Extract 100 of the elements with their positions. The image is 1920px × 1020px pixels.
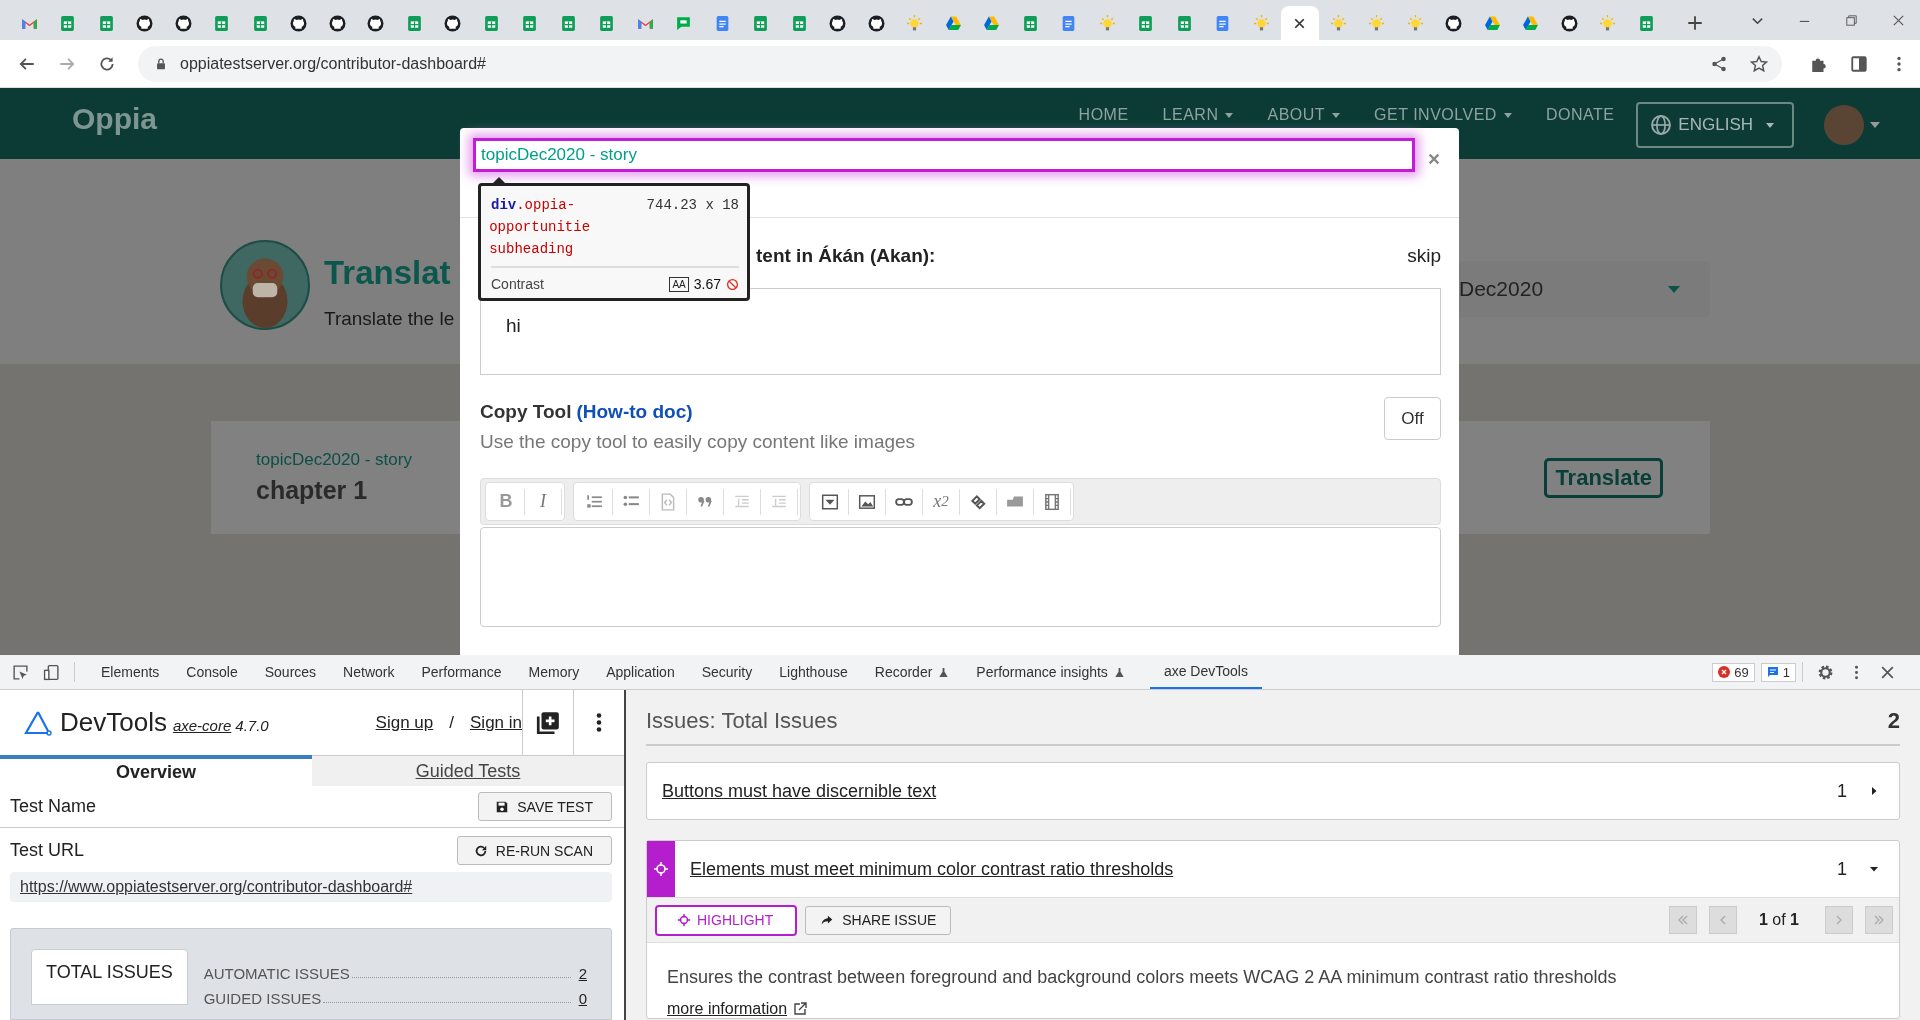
pager-text: 1 of 1 <box>1758 911 1799 929</box>
copy-tool-toggle[interactable]: Off <box>1384 397 1441 440</box>
restore-icon[interactable] <box>1844 12 1859 28</box>
axe-core-link[interactable]: axe-core <box>172 717 232 734</box>
lightbulb-icon <box>1599 14 1617 32</box>
contrast-value: 3.67 <box>693 276 721 292</box>
nav-link[interactable]: LEARN <box>1162 107 1234 123</box>
opportunity-heading: chapter 1 <box>256 476 368 505</box>
save-test-button[interactable]: SAVE TEST <box>478 792 612 821</box>
lightbulb-icon <box>906 14 924 32</box>
address-field[interactable]: oppiatestserver.org/contributor-dashboard# <box>138 45 1782 82</box>
unlink-icon <box>969 492 987 511</box>
devtools-tab[interactable]: Elements <box>89 655 172 689</box>
cat-circle-icon <box>328 14 346 32</box>
spreadsheet-icon <box>251 14 269 32</box>
error-count-badge[interactable]: 69 <box>1712 662 1755 682</box>
cat-circle-icon <box>174 14 192 32</box>
element-class: .oppia- <box>516 196 577 215</box>
copy-tool-hint: Use the copy tool to easily copy content like images <box>480 431 917 453</box>
element-size: 744.23 x 18 <box>646 196 739 215</box>
devtools-tab[interactable]: Security <box>689 655 765 689</box>
separator-text: / <box>449 712 454 733</box>
skip-link[interactable]: skip <box>1407 245 1441 267</box>
flask-icon <box>1113 666 1125 678</box>
dropdown-icon <box>821 492 839 511</box>
spreadsheet-icon <box>752 14 770 32</box>
issue-title-link[interactable]: Elements must meet minimum color contrast ratio thresholds <box>675 858 1837 880</box>
page-heading: Translat <box>324 254 452 292</box>
crosshair-icon <box>677 913 691 927</box>
topic-dropdown[interactable]: Dec2020 <box>1459 261 1710 317</box>
star-icon[interactable] <box>1750 54 1768 73</box>
issue-count-link[interactable]: 2 <box>578 964 587 982</box>
triangle-logo-icon <box>1483 14 1501 32</box>
issue-description: Ensures the contrast between foreground and background colors meets WCAG 2 AA minimum contrast ratio thresholds <box>667 967 1618 988</box>
devtools-tab[interactable]: Sources <box>252 655 329 689</box>
devtools-tab[interactable]: Network <box>331 655 407 689</box>
double-chevron-left-icon <box>1676 914 1689 926</box>
how-to-doc-link[interactable]: (How-to doc) <box>576 401 693 422</box>
image-icon <box>858 492 876 511</box>
share-issue-button[interactable]: SHARE ISSUE <box>805 905 952 935</box>
triangle-logo-icon <box>944 14 962 32</box>
sign-up-link[interactable]: Sign up <box>375 712 434 733</box>
italic-button[interactable]: I <box>525 488 562 515</box>
issue-title-link[interactable]: Buttons must have discernible text <box>647 780 1837 802</box>
rerun-scan-button[interactable]: RE-RUN SCAN <box>456 836 612 866</box>
external-link-icon[interactable] <box>792 1001 809 1017</box>
nav-link[interactable]: DONATE <box>1545 107 1615 123</box>
error-icon <box>1718 666 1731 678</box>
sign-in-link[interactable]: Sign in <box>470 712 522 733</box>
language-button[interactable]: ENGLISH <box>1636 102 1794 148</box>
crosshair-icon <box>653 861 669 877</box>
side-panel-icon[interactable] <box>1850 54 1868 73</box>
message-count-badge[interactable]: 1 <box>1760 662 1796 682</box>
issue-category-label: GUIDED ISSUES <box>203 989 322 1007</box>
nav-link[interactable]: HOME <box>1078 107 1129 123</box>
element-class: opportunitie <box>489 218 591 237</box>
caret-icon[interactable] <box>1870 122 1880 128</box>
copy-tool-label: Copy Tool <box>480 401 572 422</box>
triangle-logo-icon <box>1522 14 1540 32</box>
modal-subheading: topicDec2020 - story <box>481 145 637 165</box>
contrast-label: Contrast <box>491 276 545 292</box>
devtools-tab[interactable]: Performance insights <box>964 655 1137 689</box>
issue-count-link[interactable]: 0 <box>578 989 587 1007</box>
spreadsheet-icon <box>1021 14 1039 32</box>
share-icon[interactable] <box>1710 54 1728 73</box>
devtools-tab[interactable]: Recorder <box>862 655 962 689</box>
cat-circle-icon <box>867 14 885 32</box>
issue-category-label: AUTOMATIC ISSUES <box>203 964 350 982</box>
site-logo[interactable]: Oppia <box>72 102 157 136</box>
devtools-tab[interactable]: Application <box>594 655 687 689</box>
device-toolbar-icon[interactable] <box>43 663 60 681</box>
video-icon <box>1043 492 1061 511</box>
caret-right-icon[interactable] <box>1869 786 1879 796</box>
add-stacked-icon <box>535 709 561 736</box>
total-issues-tab[interactable]: TOTAL ISSUES <box>31 948 188 1005</box>
devtools-tab[interactable]: Memory <box>516 655 592 689</box>
highlight-button[interactable]: HIGHLIGHT <box>655 904 798 936</box>
double-chevron-right-icon <box>1873 914 1885 926</box>
new-tab-icon[interactable] <box>1685 14 1704 32</box>
caret-down-icon[interactable] <box>1869 864 1879 874</box>
lock-icon <box>154 56 168 71</box>
lightbulb-icon <box>1252 14 1270 32</box>
devtools-tab[interactable]: Lighthouse <box>767 655 860 689</box>
axe-triangle-logo-icon <box>24 709 52 736</box>
opportunity-subheading: topicDec2020 - story <box>256 450 412 470</box>
nav-link[interactable]: GET INVOLVED <box>1374 107 1512 123</box>
spreadsheet-icon <box>1175 14 1193 32</box>
test-name-label: Test Name <box>10 796 97 817</box>
spreadsheet-icon <box>521 14 539 32</box>
settings-icon[interactable] <box>1817 663 1834 681</box>
devtools-tab[interactable]: Performance <box>409 655 514 689</box>
translation-prompt: tent in Ákán (Akan): <box>756 245 936 267</box>
spreadsheet-icon <box>1137 14 1155 32</box>
inspect-element-icon[interactable] <box>12 663 29 681</box>
more-information-link[interactable]: more information <box>667 1000 788 1018</box>
reload-icon[interactable] <box>98 54 116 73</box>
numbered-list-icon <box>585 492 603 511</box>
panel-tab[interactable]: Guided Tests <box>312 755 624 787</box>
nav-link[interactable]: ABOUT <box>1267 107 1341 123</box>
devtools-tab[interactable]: Console <box>174 655 250 689</box>
